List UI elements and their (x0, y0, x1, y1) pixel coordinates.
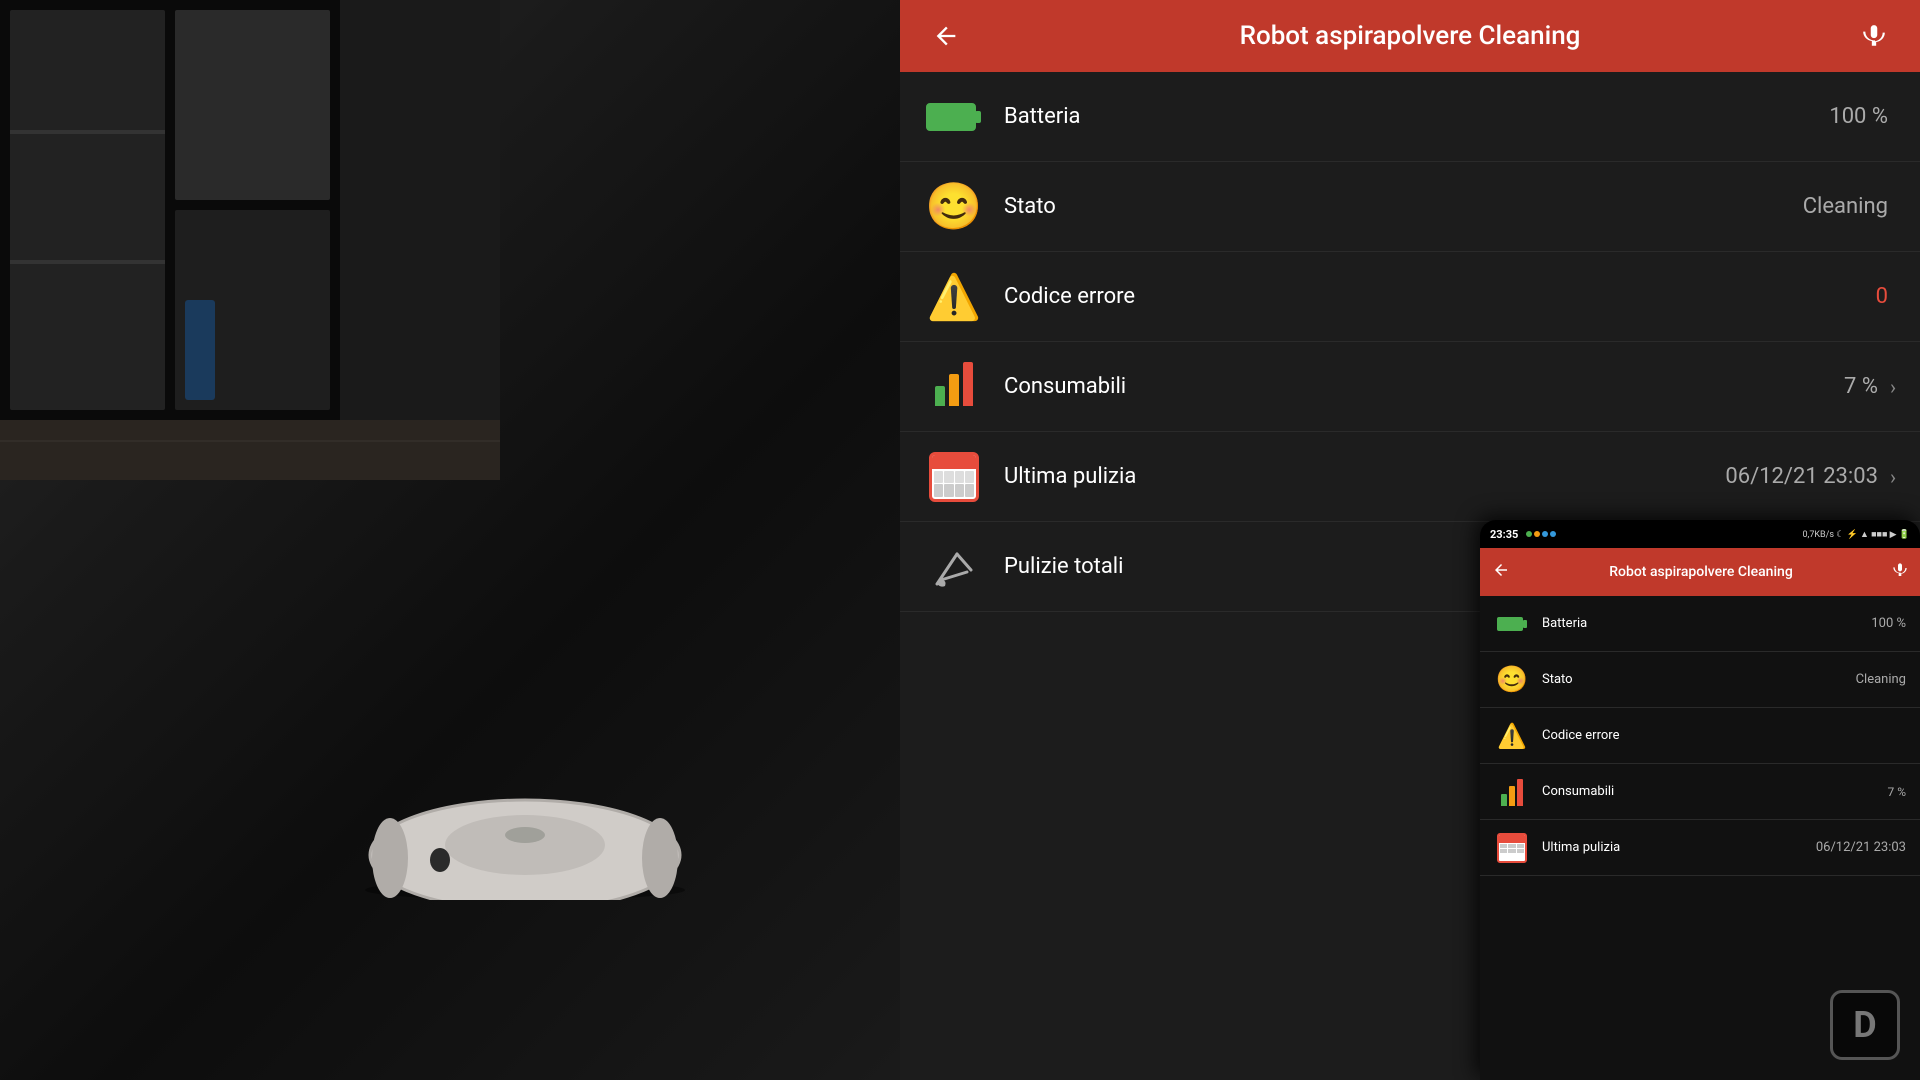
phone-batteria-value: 100 % (1871, 616, 1906, 631)
app-header: Robot aspirapolvere Cleaning (900, 0, 1920, 72)
ultima-pulizia-chevron: › (1890, 465, 1896, 489)
phone-back-button[interactable] (1492, 560, 1510, 584)
phone-batteria-label: Batteria (1542, 616, 1871, 631)
furniture-silhouette (0, 0, 500, 480)
phone-battery-icon (1494, 606, 1530, 642)
phone-calendar-icon (1494, 830, 1530, 866)
list-item-batteria: Batteria 100 % (900, 72, 1920, 162)
phone-status-icons (1526, 531, 1556, 537)
phone-time: 23:35 (1490, 528, 1518, 541)
list-item-codice-errore: ⚠️ Codice errore 0 (900, 252, 1920, 342)
phone-consumabili-value: 7 % (1887, 785, 1906, 799)
phone-list-item-batteria: Batteria 100 % (1480, 596, 1920, 652)
batteria-value: 100 % (1829, 104, 1888, 129)
phone-overlay: 23:35 0,7KB/s ☾ ⚡ ▲ ■■■ ▶ 🔋 Robot aspira… (1480, 520, 1920, 1080)
robot-vacuum-silhouette (350, 780, 700, 900)
list-item-ultima-pulizia[interactable]: Ultima pulizia 06/12/21 23:03 › (900, 432, 1920, 522)
barchart-icon (924, 357, 984, 417)
warning-icon: ⚠️ (924, 267, 984, 327)
consumabili-chevron: › (1890, 375, 1896, 399)
mic-button[interactable] (1852, 14, 1896, 58)
phone-warning-icon: ⚠️ (1494, 718, 1530, 754)
phone-right-icons: 0,7KB/s ☾ ⚡ ▲ ■■■ ▶ 🔋 (1802, 529, 1910, 540)
pulizie-icon (924, 537, 984, 597)
smiley-icon: 😊 (924, 177, 984, 237)
phone-list-item-stato: 😊 Stato Cleaning (1480, 652, 1920, 708)
batteria-label: Batteria (1004, 104, 1829, 129)
list-item-stato: 😊 Stato Cleaning (900, 162, 1920, 252)
consumabili-value: 7 % (1844, 374, 1878, 399)
phone-stato-value: Cleaning (1856, 672, 1906, 687)
calendar-icon (924, 447, 984, 507)
phone-list-item-ultima-pulizia: Ultima pulizia 06/12/21 23:03 (1480, 820, 1920, 876)
stato-value: Cleaning (1803, 194, 1888, 219)
phone-ultima-pulizia-label: Ultima pulizia (1542, 840, 1816, 855)
battery-icon (924, 87, 984, 147)
phone-mic-button[interactable] (1892, 562, 1908, 583)
header-title: Robot aspirapolvere Cleaning (984, 21, 1836, 51)
list-item-consumabili[interactable]: Consumabili 7 % › (900, 342, 1920, 432)
consumabili-label: Consumabili (1004, 374, 1844, 399)
phone-codice-errore-label: Codice errore (1542, 728, 1906, 743)
phone-ultima-pulizia-value: 06/12/21 23:03 (1816, 840, 1906, 855)
background-photo (0, 0, 900, 1080)
ultima-pulizia-label: Ultima pulizia (1004, 464, 1725, 489)
phone-list-item-consumabili: Consumabili 7 % (1480, 764, 1920, 820)
phone-header: Robot aspirapolvere Cleaning (1480, 548, 1920, 596)
phone-consumabili-label: Consumabili (1542, 784, 1887, 799)
phone-status-bar: 23:35 0,7KB/s ☾ ⚡ ▲ ■■■ ▶ 🔋 (1480, 520, 1920, 548)
codice-errore-value: 0 (1876, 284, 1888, 309)
ultima-pulizia-value: 06/12/21 23:03 (1725, 464, 1878, 489)
phone-header-title: Robot aspirapolvere Cleaning (1520, 564, 1882, 580)
d-logo-watermark: D (1830, 990, 1900, 1060)
phone-stato-label: Stato (1542, 672, 1856, 687)
phone-barchart-icon (1494, 774, 1530, 810)
codice-errore-label: Codice errore (1004, 284, 1876, 309)
phone-smiley-icon: 😊 (1494, 662, 1530, 698)
phone-list-item-codice-errore: ⚠️ Codice errore (1480, 708, 1920, 764)
stato-label: Stato (1004, 194, 1803, 219)
back-button[interactable] (924, 14, 968, 58)
